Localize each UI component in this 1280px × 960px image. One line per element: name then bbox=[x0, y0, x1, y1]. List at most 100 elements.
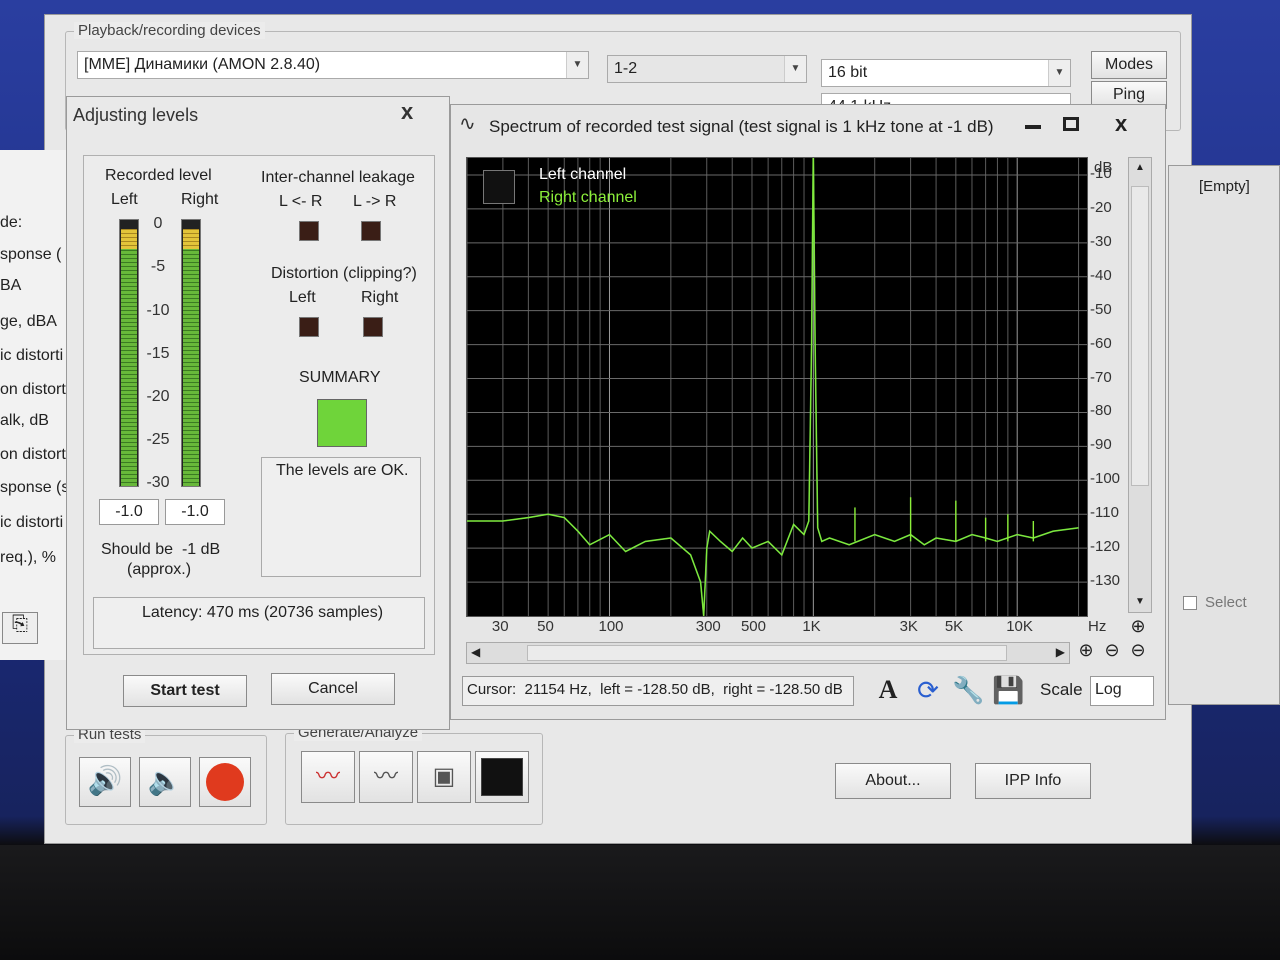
x-tick-label: 100 bbox=[598, 618, 624, 635]
select-checkbox[interactable]: Select bbox=[1183, 594, 1247, 611]
list-item: ic distorti bbox=[0, 514, 64, 531]
noise-test-icon[interactable]: 🔈 bbox=[139, 757, 191, 807]
horizontal-scrollbar[interactable]: ◀ ▶ bbox=[466, 642, 1070, 664]
maximize-icon[interactable] bbox=[1063, 117, 1079, 131]
x-tick-label: 10K bbox=[1006, 618, 1033, 635]
zoom-out-x-icon[interactable]: ⊖ bbox=[1100, 640, 1124, 664]
left-results-window: de: sponse ( BA ge, dBA ic distorti on d… bbox=[0, 150, 72, 660]
leak-rl-indicator bbox=[361, 221, 381, 241]
zoom-out-y-icon[interactable]: ⊖ bbox=[1126, 640, 1150, 664]
scroll-down-icon[interactable]: ▼ bbox=[1129, 592, 1151, 612]
y-tick-label: -20 bbox=[1090, 198, 1112, 216]
channels-select[interactable]: 1-2 ▼ bbox=[607, 55, 807, 83]
scroll-left-icon[interactable]: ◀ bbox=[471, 645, 480, 659]
speaker-test-icon[interactable]: 🔊 bbox=[79, 757, 131, 807]
zoom-in-icon[interactable]: ⊕ bbox=[1126, 616, 1150, 640]
summary-text: The levels are OK. bbox=[276, 462, 409, 479]
x-tick-label: 500 bbox=[740, 618, 766, 635]
right-panel: [Empty] Select bbox=[1168, 165, 1280, 705]
legend-left: Left channel bbox=[539, 166, 627, 183]
toolbar-icon[interactable]: ⎘ bbox=[2, 612, 38, 644]
summary-text-box: The levels are OK. bbox=[261, 457, 421, 577]
spectrum-plot[interactable]: Left channel Right channel bbox=[466, 157, 1088, 617]
spectrum-graph-icon[interactable] bbox=[475, 751, 529, 803]
scroll-thumb[interactable] bbox=[1131, 186, 1149, 486]
bits-value: 16 bit bbox=[828, 64, 868, 81]
y-tick-label: -130 bbox=[1090, 572, 1121, 590]
left-level-meter bbox=[119, 219, 139, 487]
y-tick-label: -110 bbox=[1090, 504, 1119, 522]
checkbox-icon bbox=[1183, 596, 1197, 611]
text-font-icon[interactable]: A bbox=[872, 674, 904, 706]
zoom-in-x-icon[interactable]: ⊕ bbox=[1074, 640, 1098, 664]
cancel-button[interactable]: Cancel bbox=[271, 673, 395, 705]
scroll-thumb[interactable] bbox=[527, 645, 1007, 661]
y-tick-label: -80 bbox=[1090, 402, 1112, 420]
scroll-right-icon[interactable]: ▶ bbox=[1056, 645, 1065, 659]
list-item: sponse ( bbox=[0, 246, 62, 263]
channels-value: 1-2 bbox=[614, 60, 638, 77]
y-axis-unit: dB bbox=[1094, 159, 1113, 176]
leakage-title: Inter-channel leakage bbox=[261, 169, 415, 186]
spectrum-title: Spectrum of recorded test signal (test s… bbox=[489, 117, 994, 136]
generate-wave-icon[interactable]: 〰 bbox=[301, 751, 355, 803]
select-label: Select bbox=[1205, 594, 1247, 611]
save-icon[interactable]: 💾 bbox=[992, 674, 1024, 706]
about-button[interactable]: About... bbox=[835, 763, 951, 799]
list-item: on distorti bbox=[0, 381, 70, 398]
minimize-icon[interactable] bbox=[1025, 125, 1041, 129]
settings-wrench-icon[interactable]: 🔧 bbox=[952, 674, 984, 706]
y-tick-label: -50 bbox=[1090, 300, 1112, 318]
should-be-label: Should be -1 dB bbox=[101, 541, 221, 558]
monitor-bezel bbox=[0, 845, 1280, 960]
list-item: on distorti bbox=[0, 446, 70, 463]
bits-select[interactable]: 16 bit ▼ bbox=[821, 59, 1071, 87]
right-meter-label: Right bbox=[181, 191, 219, 208]
scale-tick: -25 bbox=[146, 431, 170, 448]
left-meter-peak bbox=[121, 229, 137, 249]
empty-label: [Empty] bbox=[1199, 178, 1250, 195]
scale-tick: -30 bbox=[146, 474, 170, 491]
list-item: de: bbox=[0, 214, 23, 231]
approx-label: (approx.) bbox=[127, 561, 192, 578]
chevron-down-icon: ▼ bbox=[1048, 60, 1070, 86]
list-item: BA bbox=[0, 277, 22, 294]
modes-button[interactable]: Modes bbox=[1091, 51, 1167, 79]
scale-tick: -20 bbox=[146, 388, 170, 405]
scale-tick: -15 bbox=[146, 345, 170, 362]
x-tick-label: 5K bbox=[944, 618, 964, 635]
open-file-icon[interactable]: ▣ bbox=[417, 751, 471, 803]
leak-lr-indicator bbox=[299, 221, 319, 241]
right-level-meter bbox=[181, 219, 201, 487]
devices-group-title: Playback/recording devices bbox=[74, 22, 265, 39]
right-channel-line bbox=[467, 158, 1079, 616]
refresh-icon[interactable]: ⟳ bbox=[912, 674, 944, 706]
device-value: [MME] Динамики (AMON 2.8.40) bbox=[84, 56, 321, 73]
summary-label: SUMMARY bbox=[299, 369, 381, 386]
adjusting-levels-dialog: Adjusting levels x Recorded level Left R… bbox=[66, 96, 450, 730]
scale-tick: -5 bbox=[150, 258, 166, 275]
close-icon[interactable]: x bbox=[401, 99, 413, 125]
list-item: req.), % bbox=[0, 549, 57, 566]
x-tick-label: 50 bbox=[537, 618, 554, 635]
right-level-value: -1.0 bbox=[165, 499, 225, 525]
scale-select[interactable]: Log bbox=[1090, 676, 1154, 706]
list-item: ge, dBA bbox=[0, 313, 57, 330]
scale-value: Log bbox=[1095, 681, 1122, 698]
y-tick-label: -60 bbox=[1090, 334, 1112, 352]
dist-left-indicator bbox=[299, 317, 319, 337]
scale-tick: 0 bbox=[153, 215, 163, 232]
analyze-wave-icon[interactable]: 〰 bbox=[359, 751, 413, 803]
x-axis-unit: Hz bbox=[1088, 618, 1107, 635]
start-test-button[interactable]: Start test bbox=[123, 675, 247, 707]
ipp-info-button[interactable]: IPP Info bbox=[975, 763, 1091, 799]
vertical-scrollbar[interactable]: ▲ ▼ bbox=[1128, 157, 1152, 613]
y-tick-label: -120 bbox=[1090, 538, 1121, 556]
scroll-up-icon[interactable]: ▲ bbox=[1129, 158, 1151, 178]
left-level-value: -1.0 bbox=[99, 499, 159, 525]
scale-label: Scale bbox=[1040, 680, 1083, 699]
leak-rl-label: L -> R bbox=[353, 193, 397, 210]
close-icon[interactable]: x bbox=[1115, 111, 1127, 137]
record-icon[interactable] bbox=[199, 757, 251, 807]
device-select[interactable]: [MME] Динамики (AMON 2.8.40) ▼ bbox=[77, 51, 589, 79]
